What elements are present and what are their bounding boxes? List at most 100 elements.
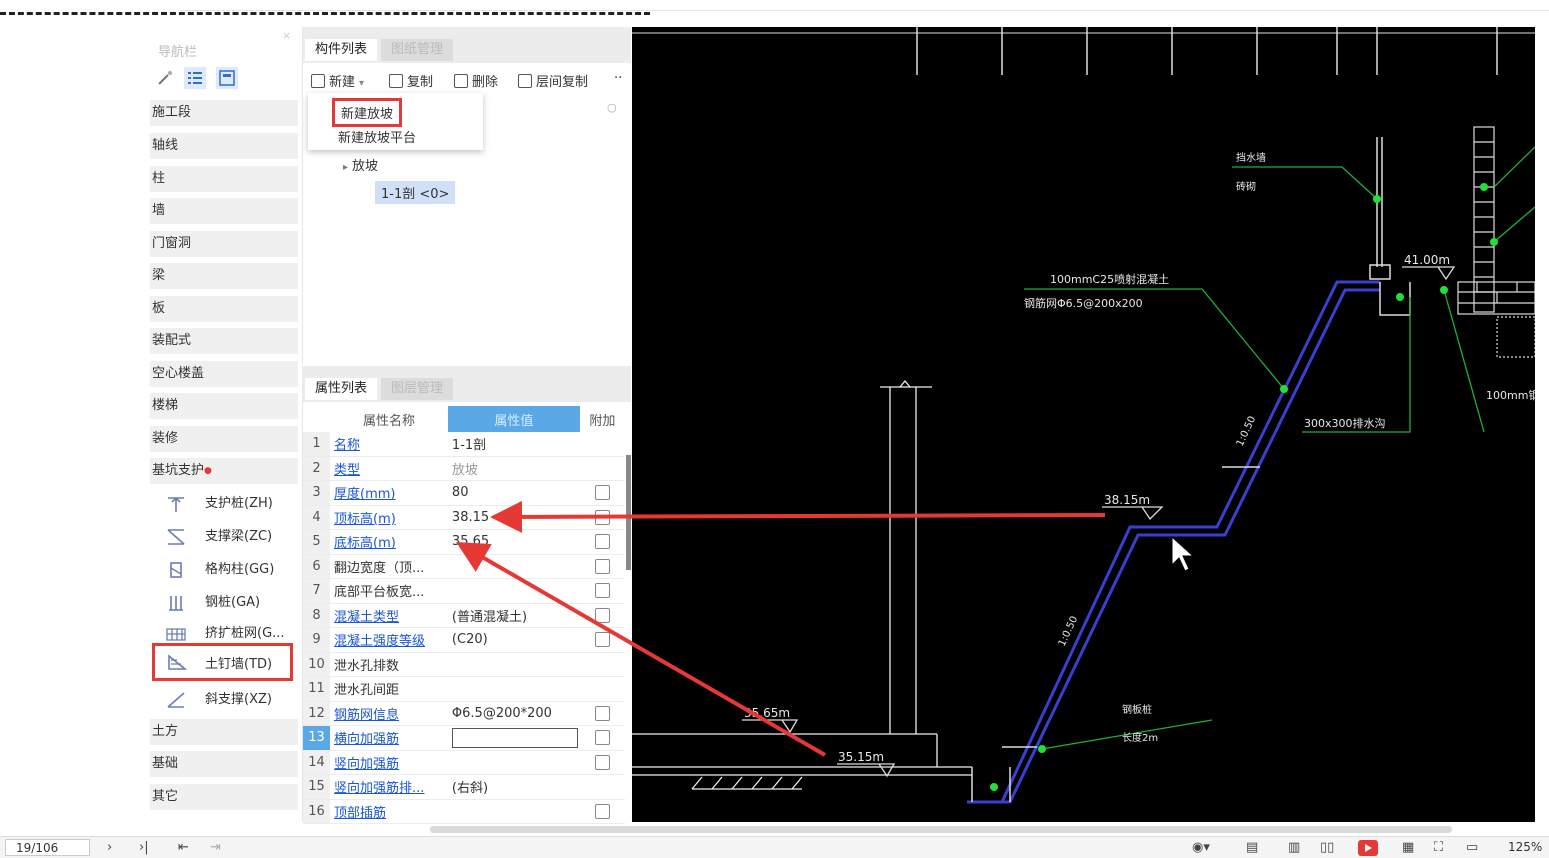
eye-icon[interactable]: ◉▾ [1192, 839, 1210, 856]
tab-component-list[interactable]: 构件列表 [305, 39, 378, 61]
property-value[interactable] [447, 578, 580, 604]
property-value[interactable]: (普通混凝土) [447, 603, 580, 628]
nav-cat-beam[interactable]: 梁 [150, 263, 298, 289]
extra-checkbox[interactable] [594, 803, 610, 819]
property-value[interactable] [447, 652, 580, 677]
nav-cat-foundation-pit[interactable]: 基坑支护● [150, 458, 298, 484]
table-row[interactable]: 4 顶标高(m) 38.15 [303, 505, 625, 530]
nav-sub-label: 斜支撑(XZ) [205, 692, 272, 707]
extra-checkbox[interactable] [594, 583, 610, 599]
table-row[interactable]: 14 竖向加强筋 [303, 750, 625, 775]
page-indicator[interactable]: 19/106 [5, 839, 90, 856]
nav-cat-prefab[interactable]: 装配式 [150, 328, 298, 354]
extra-checkbox[interactable] [594, 509, 610, 525]
cad-canvas[interactable]: 38.15m 35.65m 35.15m 41.00m 100mmC25喷射混凝… [632, 27, 1535, 822]
property-value[interactable] [447, 750, 580, 775]
property-value[interactable] [447, 676, 580, 702]
extra-checkbox[interactable] [594, 558, 610, 574]
nav-cat-hollow-floor[interactable]: 空心楼盖 [150, 361, 298, 387]
fit-page-icon[interactable]: ⇤ [178, 839, 189, 856]
nav-sub-soil-nail-wall[interactable]: 土钉墙(TD) [152, 643, 293, 681]
nav-cat-stairs[interactable]: 楼梯 [150, 393, 298, 419]
nav-sub-steel-pile[interactable]: 钢桩(GA) [150, 589, 298, 617]
property-value[interactable]: 35.65 [447, 529, 580, 555]
magic-wand-icon[interactable] [154, 67, 176, 89]
property-value[interactable]: 1-1剖 [447, 432, 580, 457]
copy-button[interactable]: 复制 [389, 71, 433, 90]
delete-button[interactable]: 删除 [454, 71, 498, 90]
property-value[interactable]: (C20) [447, 627, 580, 653]
nav-sub-lattice-column[interactable]: 格构柱(GG) [150, 556, 298, 584]
more-button[interactable]: ·· [614, 71, 622, 86]
zoom-level[interactable]: 125% [1508, 839, 1542, 856]
fit-width-icon[interactable]: ⇥ [210, 839, 221, 856]
nav-sub-support-pile[interactable]: 支护桩(ZH) [150, 490, 298, 518]
extra-checkbox[interactable] [594, 730, 610, 746]
property-value[interactable]: 80 [447, 480, 580, 506]
card-view-icon[interactable] [216, 67, 238, 89]
play-icon[interactable] [1358, 840, 1378, 856]
nav-cat-other[interactable]: 其它 [150, 784, 298, 810]
extra-checkbox[interactable] [594, 632, 610, 648]
nav-cat-construction-section[interactable]: 施工段 [150, 100, 298, 126]
list-view-icon[interactable] [184, 67, 206, 89]
layer-copy-button[interactable]: 层间复制 [518, 71, 588, 90]
property-value[interactable]: Φ6.5@200*200 [447, 701, 580, 726]
nav-cat-decoration[interactable]: 装修 [150, 426, 298, 452]
extra-checkbox[interactable] [594, 705, 610, 721]
table-row[interactable]: 15 竖向加强筋排... (右斜) [303, 774, 625, 800]
table-row[interactable]: 1 名称 1-1剖 [303, 432, 625, 457]
table-row[interactable]: 9 混凝土强度等级 (C20) [303, 627, 625, 653]
tab-property-list[interactable]: 属性列表 [305, 378, 378, 400]
menu-new-slope[interactable]: 新建放坡 [332, 98, 403, 127]
nav-cat-earthwork[interactable]: 土方 [150, 719, 298, 745]
property-value[interactable]: (右斜) [447, 774, 580, 800]
table-row[interactable]: 16 顶部插筋 [303, 799, 625, 824]
continuous-icon[interactable]: ▥ [1288, 839, 1300, 856]
nav-pin-icon[interactable]: × [282, 29, 291, 42]
extra-checkbox[interactable] [594, 754, 610, 770]
table-row[interactable]: 7 底部平台板宽... [303, 578, 625, 604]
nav-cat-foundation[interactable]: 基础 [150, 751, 298, 777]
table-row[interactable]: 5 底标高(m) 35.65 [303, 529, 625, 555]
nav-cat-slab[interactable]: 板 [150, 296, 298, 322]
tab-layer-management[interactable]: 图层管理 [381, 378, 454, 400]
search-icon[interactable]: ○ [607, 101, 617, 114]
nav-sub-diagonal-brace[interactable]: 斜支撑(XZ) [150, 686, 298, 714]
screenshot-icon[interactable]: ▭ [1466, 839, 1478, 856]
tree-item-section[interactable]: 1-1剖 <0> [375, 181, 456, 204]
property-value[interactable] [447, 725, 580, 751]
property-value[interactable] [447, 799, 580, 824]
table-row[interactable]: 10 泄水孔排数 [303, 652, 625, 677]
nav-cat-openings[interactable]: 门窗洞 [150, 231, 298, 257]
nav-cat-axis[interactable]: 轴线 [150, 133, 298, 159]
new-button[interactable]: 新建 ▾ [311, 71, 364, 90]
value-edit-input[interactable] [451, 727, 578, 748]
single-page-icon[interactable]: ▤ [1246, 839, 1258, 856]
extra-checkbox[interactable] [594, 485, 610, 501]
extra-checkbox[interactable] [594, 534, 610, 550]
last-page-icon[interactable]: ›| [139, 839, 149, 856]
horizontal-scrollbar[interactable] [430, 826, 1452, 833]
two-page-icon[interactable]: ▯▯ [1320, 839, 1334, 856]
table-row[interactable]: 2 类型 放坡 [303, 456, 625, 481]
book-view-icon[interactable]: ▦ [1402, 839, 1414, 856]
property-value[interactable] [447, 554, 580, 579]
property-value[interactable]: 38.15 [447, 505, 580, 530]
nav-cat-wall[interactable]: 墙 [150, 198, 298, 224]
extra-checkbox[interactable] [594, 607, 610, 623]
next-page-icon[interactable]: › [107, 839, 112, 856]
fullscreen-icon[interactable]: ⛶ [1434, 839, 1443, 856]
table-row[interactable]: 6 翻边宽度（顶... [303, 554, 625, 579]
table-row[interactable]: 8 混凝土类型 (普通混凝土) [303, 603, 625, 628]
table-row[interactable]: 11 泄水孔间距 [303, 676, 625, 702]
nav-sub-support-beam[interactable]: 支撑梁(ZC) [150, 523, 298, 551]
table-row[interactable]: 12 钢筋网信息 Φ6.5@200*200 [303, 701, 625, 726]
menu-new-slope-platform[interactable]: 新建放坡平台 [338, 127, 416, 146]
tab-drawing-management[interactable]: 图纸管理 [381, 39, 454, 61]
table-row[interactable]: 13 横向加强筋 [303, 725, 625, 751]
nav-cat-column[interactable]: 柱 [150, 166, 298, 192]
properties-scrollbar[interactable] [626, 455, 631, 570]
table-row[interactable]: 3 厚度(mm) 80 [303, 480, 625, 506]
tree-group-slope[interactable]: ▸ 放坡 [343, 155, 378, 174]
